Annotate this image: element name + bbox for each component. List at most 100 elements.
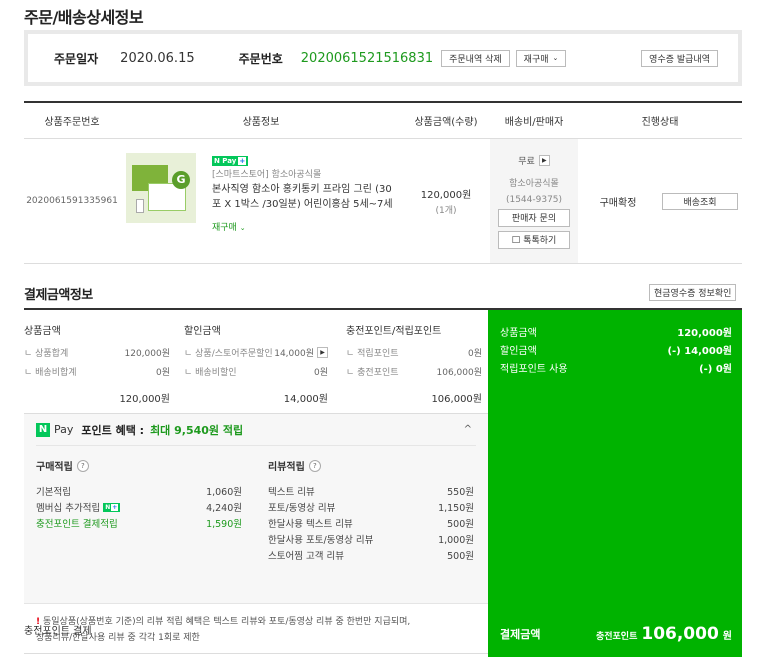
product-table-header: 상품주문번호 상품정보 상품금액(수량) 배송비/판매자 진행상태 — [24, 103, 742, 139]
discount-column: 할인금액 ㄴ 상품/스토어주문할인 14,000원 ▶ ㄴ 배송비할인 0원 14,0… — [176, 310, 342, 413]
plus-icon: + — [238, 157, 247, 165]
list-item: ㄴ 배송비합계 0원 — [24, 368, 170, 378]
discount-title: 할인금액 — [184, 326, 221, 337]
notice-line-1: 동일상품(상품번호 기준)의 리뷰 적립 혜택은 텍스트 리뷰와 포토/동영상 … — [42, 617, 411, 627]
seller-name: 함소아공식몰 — [509, 178, 559, 189]
list-item: ㄴ 상품합계 120,000원 — [24, 349, 170, 359]
final-payment-method: 충전포인트 — [595, 632, 638, 642]
npay-benefit-panel: N Pay 포인트 혜택 : 최대 9,540원 적립 ^ 구매적립? 기본적립… — [24, 414, 488, 604]
npay-benefit-label: 포인트 혜택 : — [81, 423, 145, 437]
product-amount-title: 상품금액 — [24, 326, 61, 337]
review-points-column: 리뷰적립? 텍스트 리뷰 550원 포토/동영상 리뷰 1,150원 한달사용 텍스… — [268, 458, 474, 563]
talk-button-label: 톡톡하기 — [523, 236, 557, 246]
npay-max-points: 최대 9,540원 적립 — [150, 423, 244, 437]
npay-plus-badge: N Pay + — [212, 156, 249, 166]
header-status: 진행상태 — [641, 117, 679, 128]
payment-summary: 상품금액 120,000원 할인금액 (-) 14,000원 적립포인트 사용 (-)… — [488, 310, 742, 657]
product-price: 120,000원 — [420, 190, 472, 201]
notice-line-2: 상품리뷰/한달사용 리뷰 중 각각 1회로 제한 — [36, 633, 200, 643]
reorder-label: 재구매 — [523, 54, 549, 65]
payment-breakdown: 상품금액 ㄴ 상품합계 120,000원 ㄴ 배송비합계 0원 120,000원 할… — [24, 310, 488, 414]
chevron-up-icon[interactable]: ^ — [464, 424, 472, 435]
list-item: ㄴ 적립포인트 0원 — [346, 349, 482, 359]
chat-icon: □ — [511, 234, 521, 245]
order-date-label: 주문일자 — [54, 51, 99, 66]
list-item: 멤버십 추가적립 N +4,240원 — [36, 502, 242, 514]
seller-inquiry-button[interactable]: 판매자 문의 — [498, 208, 570, 227]
shipping-detail-arrow-icon[interactable]: ▶ — [538, 154, 550, 166]
header-product-order-no: 상품주문번호 — [44, 117, 100, 128]
table-row: 2020061591335961 G N Pay + [스마트스토어] 함소아공식… — [24, 139, 742, 263]
list-item: ㄴ 상품/스토어주문할인 14,000원 ▶ — [184, 346, 342, 359]
delete-order-button[interactable]: 주문내역 삭제 — [441, 49, 510, 67]
list-item: 충전포인트 결제적립 1,590원 — [36, 519, 242, 530]
review-points-title: 리뷰적립 — [268, 462, 305, 473]
payment-detail: 상품금액 ㄴ 상품합계 120,000원 ㄴ 배송비합계 0원 120,000원 할… — [24, 310, 488, 655]
payment-area: 상품금액 ㄴ 상품합계 120,000원 ㄴ 배송비합계 0원 120,000원 할… — [24, 308, 742, 657]
reorder-link-label: 재구매 — [212, 223, 237, 233]
order-number-label: 주문번호 — [238, 51, 283, 66]
header-product-price: 상품금액(수량) — [414, 117, 478, 128]
npay-logo-icon: N — [36, 422, 50, 437]
final-payment-amount: 106,000 — [641, 624, 719, 644]
npay-badge-label: Pay — [222, 157, 237, 165]
npay-plus-badge: N + — [103, 502, 121, 512]
chevron-down-icon: ⌄ — [552, 54, 559, 62]
npay-benefit-header[interactable]: N Pay 포인트 혜택 : 최대 9,540원 적립 ^ — [36, 414, 476, 446]
payment-title: 결제금액정보 — [24, 288, 93, 303]
product-price-cell: 120,000원 (1개) — [402, 139, 490, 263]
purchase-points-title: 구매적립 — [36, 462, 73, 473]
product-order-no: 2020061591335961 — [26, 196, 118, 206]
final-payment: 결제금액 충전포인트 106,000 원 — [500, 624, 732, 644]
list-item: 한달사용 텍스트 리뷰 500원 — [268, 519, 474, 530]
discount-total: 14,000원 — [283, 394, 328, 405]
list-item: 할인금액 (-) 14,000원 — [500, 345, 732, 357]
product-thumbnail[interactable]: G — [126, 153, 196, 223]
product-name[interactable]: 본사직영 함소아 홍키통키 프라임 그린 (30포 X 1박스 /30일분) 어… — [212, 182, 396, 212]
points-title: 충전포인트/적립포인트 — [346, 326, 442, 337]
list-item: 스토어찜 고객 리뷰 500원 — [268, 551, 474, 562]
list-item: 적립포인트 사용 (-) 0원 — [500, 363, 732, 375]
reorder-dropdown-button[interactable]: 재구매 ⌄ — [515, 49, 567, 67]
list-item: ㄴ 충전포인트 106,000원 — [346, 368, 482, 378]
list-item: 포토/동영상 리뷰 1,150원 — [268, 503, 474, 514]
page-title: 주문/배송상세정보 — [24, 8, 144, 27]
product-table: 상품주문번호 상품정보 상품금액(수량) 배송비/판매자 진행상태 202006… — [24, 101, 742, 264]
product-amount-column: 상품금액 ㄴ 상품합계 120,000원 ㄴ 배송비합계 0원 120,000원 — [24, 310, 176, 413]
charge-payment-label: 충전포인트 결제 — [24, 626, 92, 637]
status-badge: 구매확정 — [599, 197, 637, 209]
talk-button[interactable]: □ 톡톡하기 — [498, 230, 570, 249]
product-info: G N Pay + [스마트스토어] 함소아공식몰 본사직영 함소아 홍키통키 프… — [120, 139, 402, 263]
seller-phone: (1544-9375) — [505, 194, 563, 205]
purchase-points-column: 구매적립? 기본적립 1,060원 멤버십 추가적립 N +4,240원 충전포인트 … — [36, 458, 242, 563]
final-payment-label: 결제금액 — [500, 628, 541, 641]
help-icon[interactable]: ? — [308, 459, 321, 472]
order-date: 2020.06.15 — [120, 50, 195, 66]
points-column: 충전포인트/적립포인트 ㄴ 적립포인트 0원 ㄴ 충전포인트 106,000원 10… — [342, 310, 488, 413]
reorder-link[interactable]: 재구매 ⌄ — [212, 220, 396, 233]
order-number: 2020061521516831 — [300, 50, 434, 66]
discount-detail-arrow-icon[interactable]: ▶ — [317, 347, 328, 358]
help-icon[interactable]: ? — [76, 459, 89, 472]
track-delivery-button[interactable]: 배송조회 — [662, 192, 738, 210]
list-item: 한달사용 포토/동영상 리뷰 1,000원 — [268, 535, 474, 546]
product-quantity: (1개) — [435, 206, 457, 216]
review-notice: ! 동일상품(상품번호 기준)의 리뷰 적립 혜택은 텍스트 리뷰와 포토/동영… — [24, 604, 488, 654]
header-shipping-seller: 배송비/판매자 — [504, 117, 564, 128]
store-name[interactable]: [스마트스토어] 함소아공식몰 — [212, 167, 396, 180]
cash-receipt-button[interactable]: 현금영수증 정보확인 — [649, 284, 737, 301]
list-item: 텍스트 리뷰 550원 — [268, 487, 474, 498]
receipt-history-button[interactable]: 영수증 발급내역 — [641, 49, 718, 67]
list-item: 기본적립 1,060원 — [36, 487, 242, 498]
npay-n-icon: N — [214, 157, 220, 165]
status-cell: 구매확정 배송조회 — [578, 139, 742, 263]
product-amount-total: 120,000원 — [119, 394, 170, 405]
final-payment-unit: 원 — [722, 631, 732, 642]
header-product-info: 상품정보 — [242, 117, 280, 128]
points-total: 106,000원 — [431, 394, 482, 405]
chevron-down-icon: ⌄ — [239, 224, 246, 232]
npay-label: Pay — [54, 423, 74, 436]
order-summary-box: 주문일자 2020.06.15 주문번호 2020061521516831 주문… — [24, 30, 742, 86]
shipping-seller-cell: 무료 ▶ 함소아공식몰 (1544-9375) 판매자 문의 □ 톡톡하기 — [490, 139, 578, 263]
list-item: ㄴ 배송비할인 0원 — [184, 368, 328, 378]
